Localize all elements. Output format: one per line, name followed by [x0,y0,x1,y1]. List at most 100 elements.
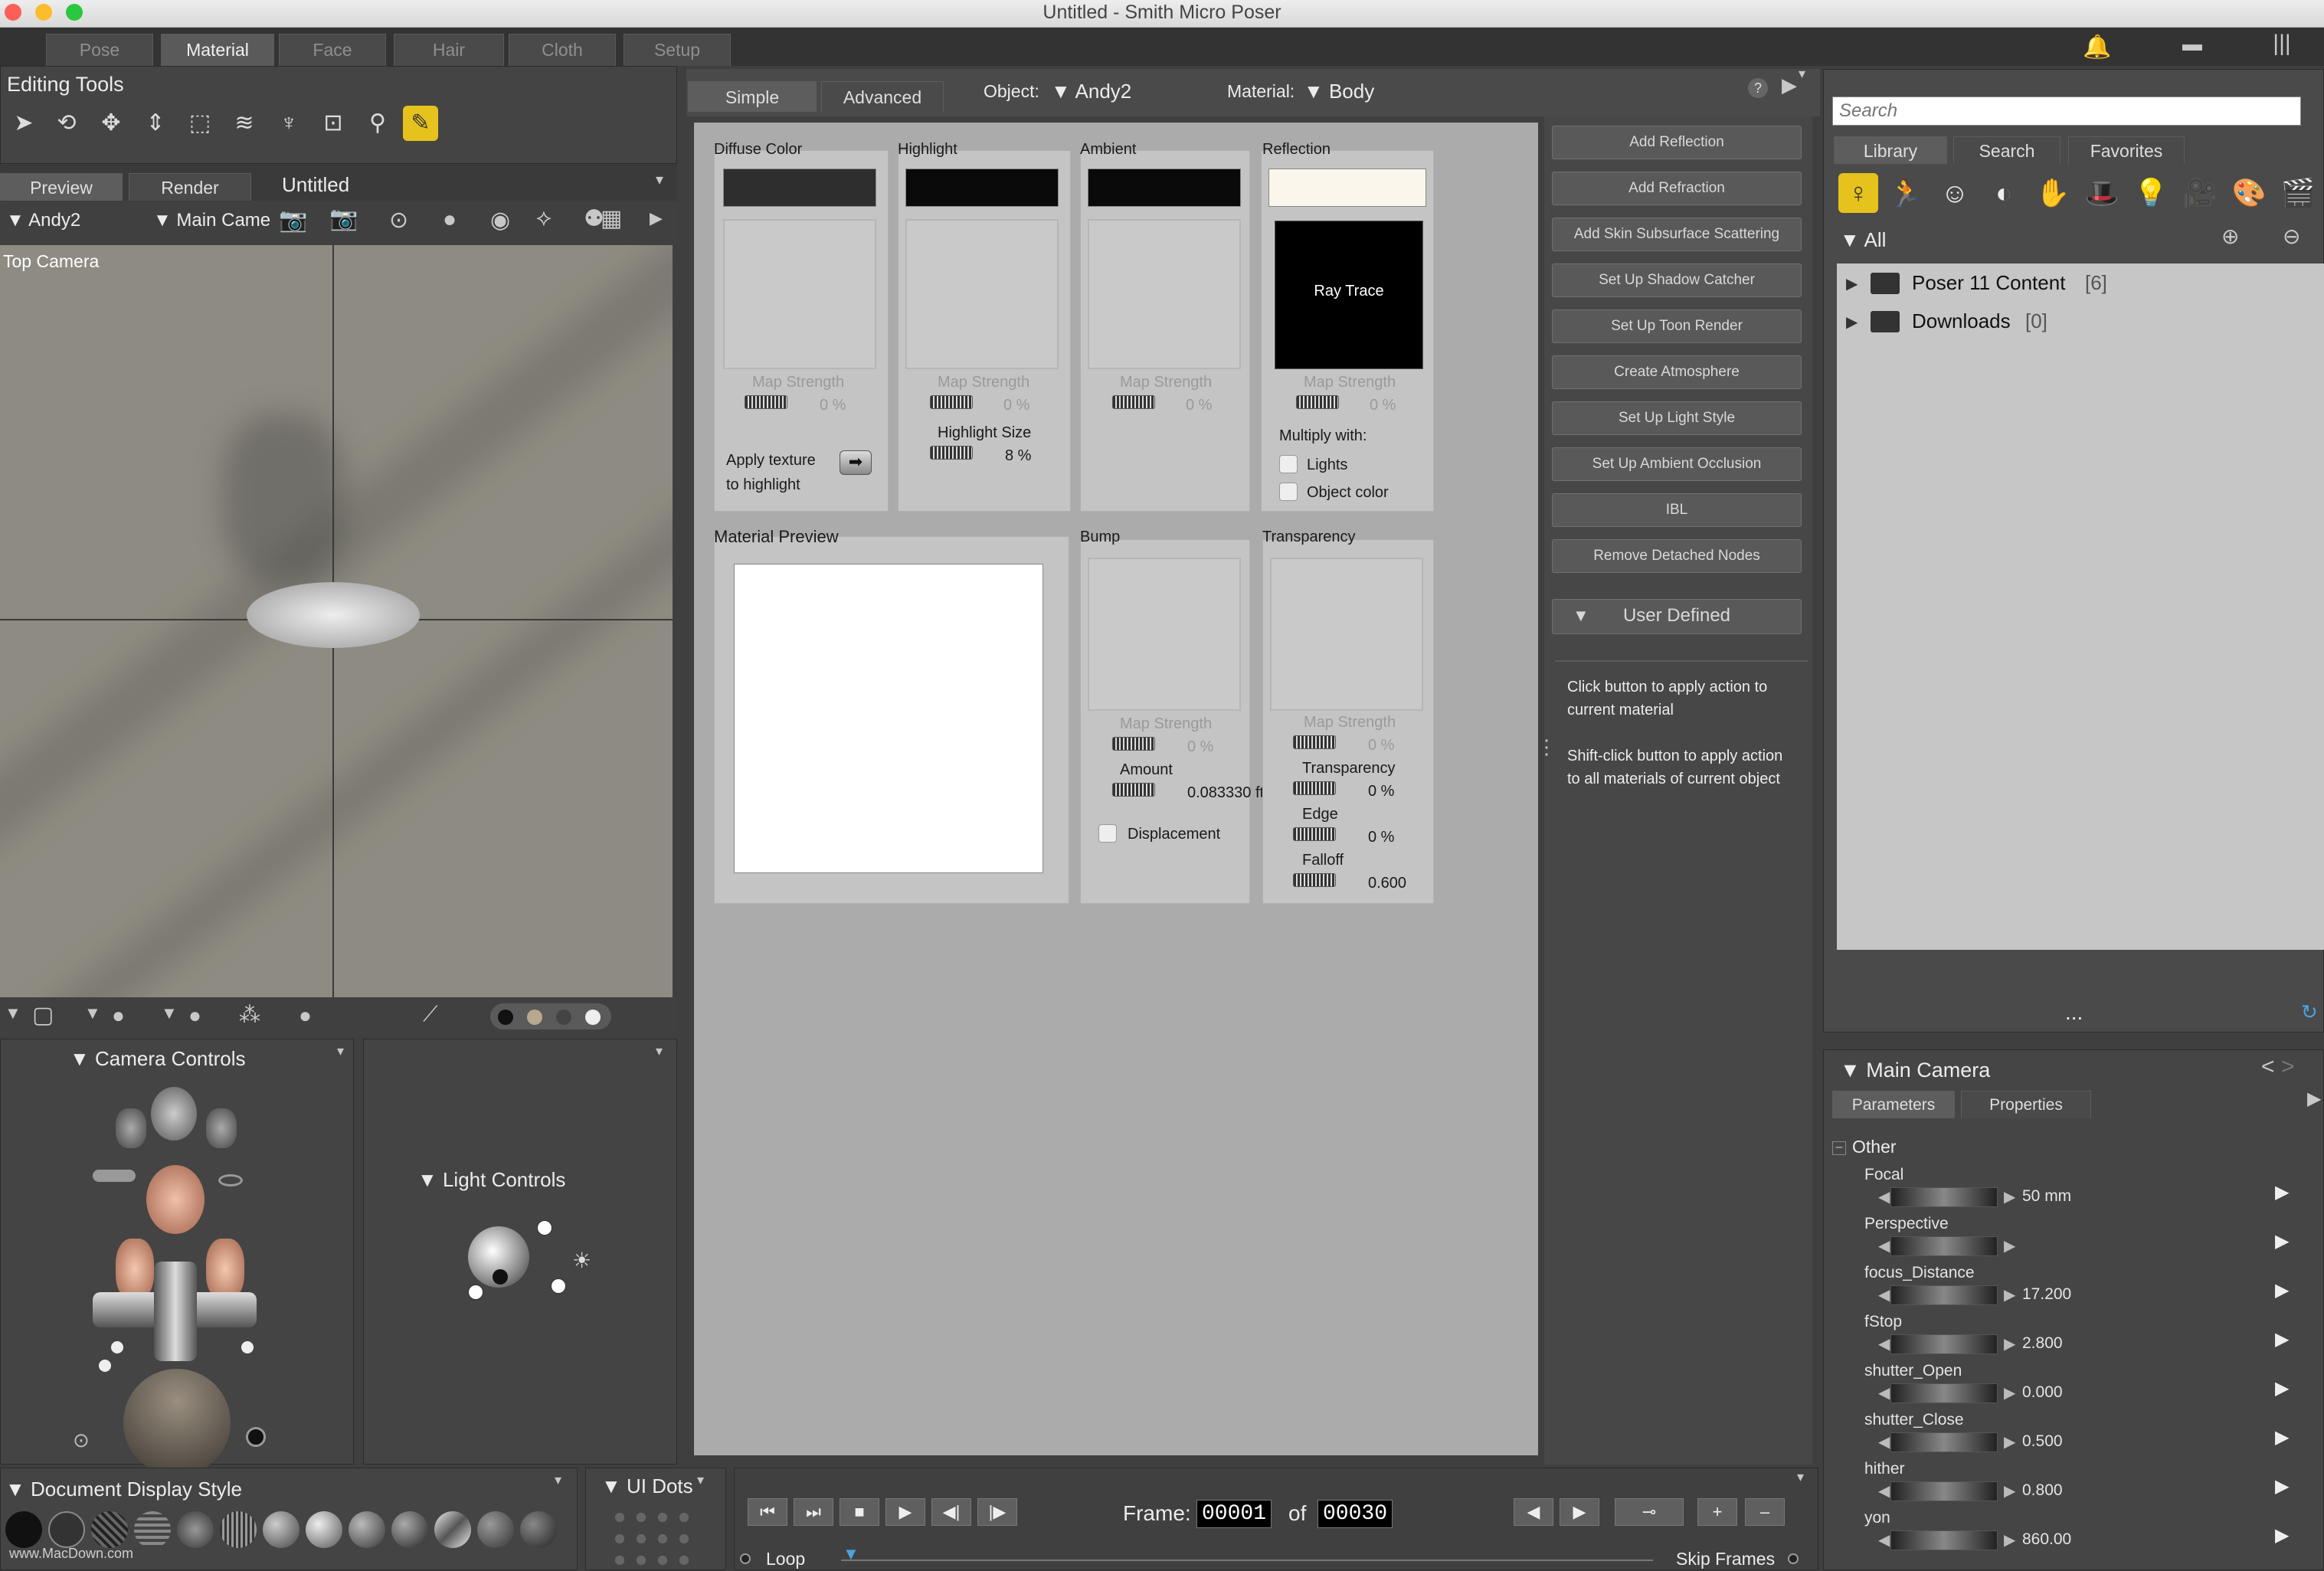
add-reflection-button[interactable]: Add Reflection [1552,126,1802,159]
param-value[interactable]: 0.500 [2022,1432,2063,1451]
param-menu-arrow-icon[interactable]: ▶ [2275,1181,2289,1203]
diffuse-color-swatch[interactable] [723,169,876,207]
tab-parameters[interactable]: Parameters [1832,1091,1955,1118]
param-dial[interactable] [1890,1236,1998,1256]
expressions-category-icon[interactable]: ☺ [1935,173,1975,213]
loop-radio[interactable] [740,1553,751,1564]
bg-color-white[interactable] [585,1010,601,1025]
light-handle-dot[interactable] [551,1278,566,1294]
snapshot-icon[interactable]: ⊙ [389,207,408,234]
light-panel-menu-icon[interactable]: ▾ [656,1043,663,1059]
dial-left-arrow-icon[interactable]: ◀ [1878,1334,1890,1353]
remove-keyframe-button[interactable]: – [1745,1498,1785,1526]
render-camera-icon[interactable]: 📷 [329,205,358,232]
translate-in-out-icon[interactable]: ⇕ [138,106,173,141]
paint-brush-icon[interactable]: ⟋ [423,1002,438,1027]
tab-material[interactable]: Material [161,34,274,66]
timeline-panel-menu-icon[interactable]: ▾ [1797,1469,1804,1485]
param-dial[interactable] [1890,1530,1998,1550]
dial-right-arrow-icon[interactable]: ▶ [2004,1187,2015,1206]
material-preview-swatch[interactable] [734,564,1043,873]
expand-arrow-icon[interactable]: ▶ [1846,313,1858,332]
dial-right-arrow-icon[interactable]: ▶ [2004,1481,2015,1501]
tab-search[interactable]: Search [1953,136,2061,164]
remove-from-library-icon[interactable]: ⊖ [2283,224,2300,249]
tab-preview[interactable]: Preview [0,173,123,201]
left-hand-camera-icon[interactable] [116,1108,146,1148]
reflection-color-swatch[interactable] [1268,169,1426,207]
ground-plane-icon[interactable]: ⟡ [536,205,552,231]
library-search-input[interactable] [1832,97,2301,126]
param-value[interactable]: 2.800 [2022,1334,2063,1353]
shadow-catcher-button[interactable]: Set Up Shadow Catcher [1552,263,1802,297]
tab-setup[interactable]: Setup [624,34,731,66]
step-forward-button[interactable]: |▶ [977,1498,1017,1526]
multiply-lights-checkbox[interactable] [1279,455,1298,473]
object-select[interactable]: ▼ Andy2 [1051,80,1131,103]
ambient-map-slot[interactable] [1088,219,1241,369]
scenes-category-icon[interactable]: 🎬 [2278,173,2318,213]
chat-icon[interactable]: ▬ [2177,32,2208,56]
light-handle-dot[interactable] [537,1220,552,1236]
skip-frames-radio[interactable] [1788,1553,1799,1564]
param-menu-arrow-icon[interactable]: ▶ [2275,1279,2289,1301]
tab-favorites[interactable]: Favorites [2068,136,2185,164]
next-actor-icon[interactable]: > [2281,1054,2295,1080]
bg-color-gray[interactable] [556,1010,571,1025]
right-hand-camera-icon[interactable] [206,1108,237,1148]
dial-left-arrow-icon[interactable]: ◀ [1878,1285,1890,1304]
camera-point-dot[interactable] [111,1341,123,1353]
dial-left-arrow-icon[interactable]: ◀ [1878,1481,1890,1501]
falloff-dial[interactable] [1293,873,1336,887]
background-color-swatches[interactable] [490,1003,611,1029]
ambient-color-swatch[interactable] [1088,169,1241,207]
go-to-start-button[interactable]: ⏮ [748,1498,787,1526]
dial-right-arrow-icon[interactable]: ▶ [2004,1530,2015,1550]
smooth-shaded-icon[interactable]: ● [112,1003,125,1028]
param-perspective[interactable]: Perspective ◀ ▶ ▶ [1838,1215,2298,1264]
expand-arrow-icon[interactable]: ▶ [1846,274,1858,293]
stop-button[interactable]: ■ [840,1498,879,1526]
param-dial[interactable] [1890,1334,1998,1354]
outline-style-icon[interactable] [48,1511,85,1548]
wireframe-style-icon[interactable] [91,1511,128,1548]
toon-render-button[interactable]: Set Up Toon Render [1552,309,1802,343]
diffuse-map-slot[interactable] [723,219,876,369]
dial-right-arrow-icon[interactable]: ▶ [2004,1236,2015,1255]
hidden-line-style-icon[interactable] [134,1511,171,1548]
param-value[interactable]: 17.200 [2022,1285,2071,1304]
play-button[interactable]: ▶ [885,1498,925,1526]
dial-right-arrow-icon[interactable]: ▶ [2004,1432,2015,1452]
help-icon[interactable]: ? [1748,78,1768,98]
param-focal[interactable]: Focal ◀ ▶ 50 mm ▶ [1838,1166,2298,1215]
pan-right-hand-icon[interactable] [206,1239,244,1300]
movie-icon[interactable]: ▦ [601,205,622,232]
highlight-size-dial[interactable] [930,446,973,460]
timeline-scrubber-track[interactable] [841,1560,1653,1561]
dial-right-arrow-icon[interactable]: ▶ [2004,1334,2015,1353]
tab-pose[interactable]: Pose [46,34,153,66]
refresh-icon[interactable]: ↻ [2301,1000,2318,1024]
dial-left-arrow-icon[interactable]: ◀ [1878,1383,1890,1402]
edit-keyframes-key-icon[interactable]: ⊸ [1615,1498,1684,1526]
light-handle-dot[interactable] [468,1285,483,1300]
param-value[interactable]: 50 mm [2022,1187,2071,1206]
pan-left-hand-icon[interactable] [116,1239,154,1300]
ui-dots-panel-menu-icon[interactable]: ▾ [697,1472,704,1488]
direct-manipulation-icon[interactable]: ⊡ [316,106,351,141]
reflection-map-strength-dial[interactable] [1296,395,1339,409]
create-atmosphere-button[interactable]: Create Atmosphere [1552,355,1802,389]
splitter-handle-icon[interactable]: ⋮ [1537,735,1556,759]
displacement-checkbox[interactable] [1098,824,1117,843]
param-dial[interactable] [1890,1432,1998,1452]
ambient-occlusion-button[interactable]: Set Up Ambient Occlusion [1552,447,1802,481]
library-more-dots[interactable]: ... [2065,1000,2083,1025]
camera-panel-menu-icon[interactable]: ▾ [337,1043,344,1059]
add-to-library-icon[interactable]: ⊕ [2221,224,2239,249]
param-value[interactable]: 0.000 [2022,1383,2063,1402]
rotate-icon[interactable]: ⟲ [49,106,84,141]
props-category-icon[interactable]: 🎩 [2082,173,2122,213]
zoom-icon[interactable]: ⚲ [360,106,395,141]
light-position-dot[interactable] [493,1269,508,1285]
tab-hair[interactable]: Hair [394,34,504,66]
